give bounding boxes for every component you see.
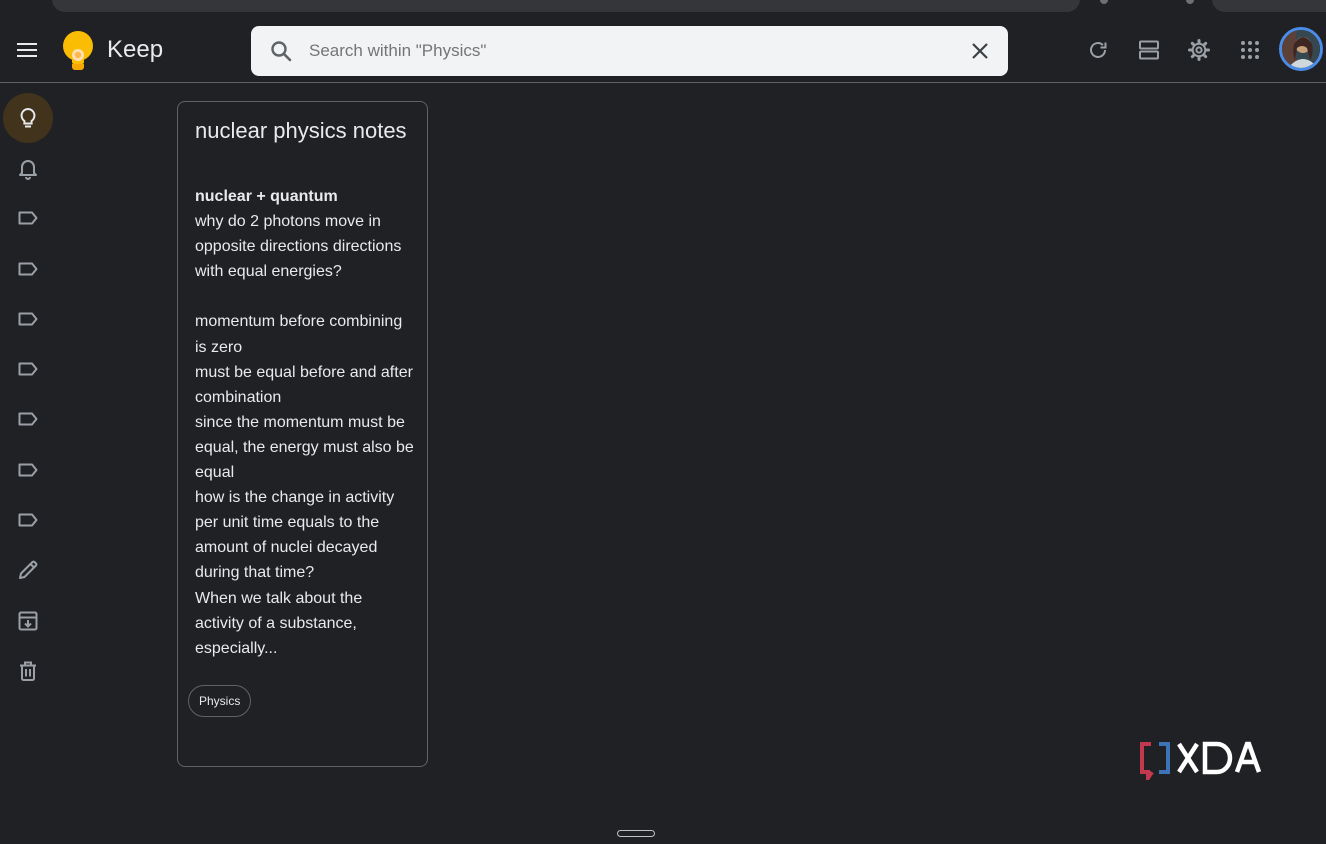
browser-profile-pill[interactable] (1212, 0, 1326, 12)
list-view-button[interactable] (1129, 30, 1169, 70)
note-line: since the momentum must be (195, 413, 405, 431)
app-title[interactable]: Keep (107, 35, 163, 65)
note-line: activity of a substance, (195, 614, 357, 632)
note-line: is zero (195, 338, 243, 356)
search-icon[interactable] (269, 39, 293, 63)
search-input[interactable] (309, 26, 939, 76)
browser-address-bar[interactable] (52, 0, 1080, 12)
label-chip[interactable]: Physics (188, 685, 252, 717)
note-line: equal, the energy must also be (195, 438, 414, 456)
note-body: nuclear + quantum why do 2 photons move … (195, 184, 417, 661)
sidebar-item-label-1[interactable] (3, 193, 53, 243)
user-avatar-icon (1282, 30, 1320, 68)
search-bar (251, 26, 1008, 76)
browser-extension-icon (1186, 0, 1194, 4)
sidebar-item-notes[interactable] (3, 93, 53, 143)
account-avatar[interactable] (1279, 27, 1323, 71)
note-line: combination (195, 388, 282, 406)
label-icon (18, 211, 38, 225)
bell-icon (19, 160, 37, 180)
bottom-drag-handle[interactable] (617, 830, 655, 837)
note-line: how is the change in activity (195, 489, 395, 507)
sidebar-item-label-6[interactable] (3, 445, 53, 495)
sidebar-item-edit-labels[interactable] (3, 545, 53, 595)
note-line: must be equal before and after (195, 363, 413, 381)
settings-button[interactable] (1179, 30, 1219, 70)
note-line: especially... (195, 639, 278, 657)
note-line: with equal energies? (195, 263, 342, 281)
sidebar-item-label-2[interactable] (3, 244, 53, 294)
trash-icon (20, 661, 36, 681)
browser-extension-icon (1100, 0, 1108, 4)
note-line: equal (195, 464, 235, 482)
archive-icon (18, 611, 38, 631)
note-line: When we talk about the (195, 589, 363, 607)
sidebar-item-archive[interactable] (3, 596, 53, 646)
main-menu-button[interactable] (6, 29, 48, 71)
note-line: momentum before combining (195, 313, 403, 331)
label-icon (18, 312, 38, 326)
settings-icon (1188, 39, 1210, 61)
sidebar-item-label-5[interactable] (3, 394, 53, 444)
label-icon (18, 463, 38, 477)
sidebar-item-label-3[interactable] (3, 294, 53, 344)
sidebar-item-label-7[interactable] (3, 495, 53, 545)
sidebar-item-trash[interactable] (3, 646, 53, 696)
label-icon (18, 412, 38, 426)
refresh-button[interactable] (1078, 30, 1118, 70)
list-view-icon (1139, 40, 1159, 60)
label-icon (18, 513, 38, 527)
note-line: per unit time equals to the (195, 514, 380, 532)
note-line (195, 284, 417, 309)
app-header: Keep (0, 17, 1326, 83)
note-line: during that time? (195, 564, 315, 582)
google-apps-button[interactable] (1230, 30, 1270, 70)
note-line: amount of nuclei decayed (195, 539, 378, 557)
label-icon (18, 262, 38, 276)
note-heading: nuclear + quantum (195, 188, 338, 205)
note-line: why do 2 photons move in (195, 213, 381, 231)
label-icon (18, 362, 38, 376)
keep-logo-icon[interactable] (60, 30, 96, 72)
note-title: nuclear physics notes (195, 118, 407, 143)
close-icon[interactable] (968, 39, 992, 63)
apps-grid-icon (1241, 41, 1259, 59)
sidebar-item-reminders[interactable] (3, 143, 53, 193)
refresh-icon (1090, 42, 1107, 58)
sidebar-item-label-4[interactable] (3, 344, 53, 394)
xda-logo (1140, 741, 1262, 780)
note-card[interactable]: nuclear physics notes nuclear + quantum … (177, 101, 428, 767)
lightbulb-icon (20, 107, 36, 128)
pencil-icon (19, 560, 38, 579)
browser-toolbar-strip (0, 0, 1326, 17)
hamburger-menu-icon (17, 43, 37, 57)
note-line: opposite directions directions (195, 238, 402, 256)
